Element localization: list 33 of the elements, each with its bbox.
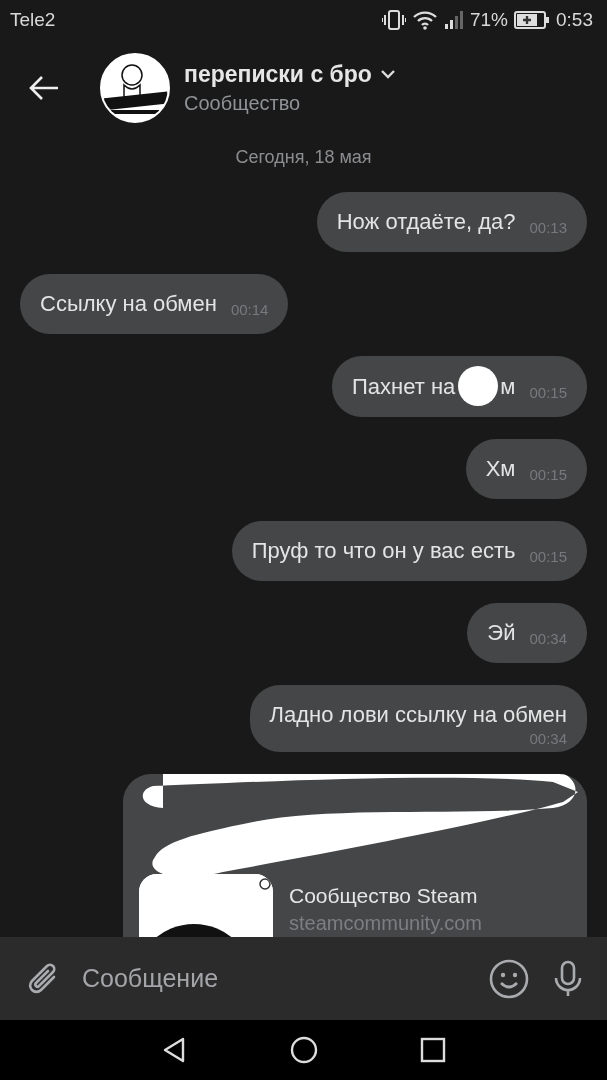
message-text: Пруф то что он у вас есть	[251, 537, 516, 564]
link-title: Сообщество Steam	[289, 884, 479, 908]
date-divider: Сегодня, 18 мая	[235, 147, 372, 167]
chat-subtitle: Сообщество	[184, 91, 302, 115]
home-button[interactable]	[289, 1036, 318, 1064]
vibrate-icon	[382, 9, 406, 31]
back-button[interactable]	[28, 74, 60, 101]
message-text: Ссылку на обмен	[40, 290, 217, 317]
message-input[interactable]: Сообщение	[82, 956, 467, 1001]
message-text: Нож отдаёте, да?	[336, 208, 516, 235]
square-recents-icon	[418, 1036, 447, 1064]
back-arrow-icon	[28, 74, 60, 101]
battery-percent: 71%	[470, 9, 508, 31]
emoji-button[interactable]	[489, 958, 529, 999]
smiley-icon	[489, 958, 529, 999]
signal-icon	[444, 9, 464, 31]
scribble-mark	[458, 366, 499, 406]
circle-home-icon	[289, 1036, 318, 1064]
composer-bar[interactable]: Сообщение	[0, 937, 607, 1020]
message-text: м	[500, 372, 516, 400]
message-text: Пахнет на	[352, 372, 456, 400]
message-text: Хм	[485, 455, 516, 482]
chat-title[interactable]: переписки с бро	[184, 60, 372, 88]
clock-time: 0:53	[556, 9, 593, 31]
message-text: Ладно лови ссылку на обмен	[269, 701, 567, 728]
battery-icon	[514, 10, 550, 30]
recents-button[interactable]	[418, 1036, 447, 1064]
chevron-down-icon	[379, 69, 396, 79]
wifi-icon	[412, 9, 438, 31]
link-domain: steamcommunity.com	[289, 912, 482, 935]
link-preview-card[interactable]: Сообщество Steam steamcommunity.com	[123, 774, 587, 937]
message-text: Эй	[487, 619, 516, 646]
carrier-name: Tele2	[10, 9, 56, 31]
